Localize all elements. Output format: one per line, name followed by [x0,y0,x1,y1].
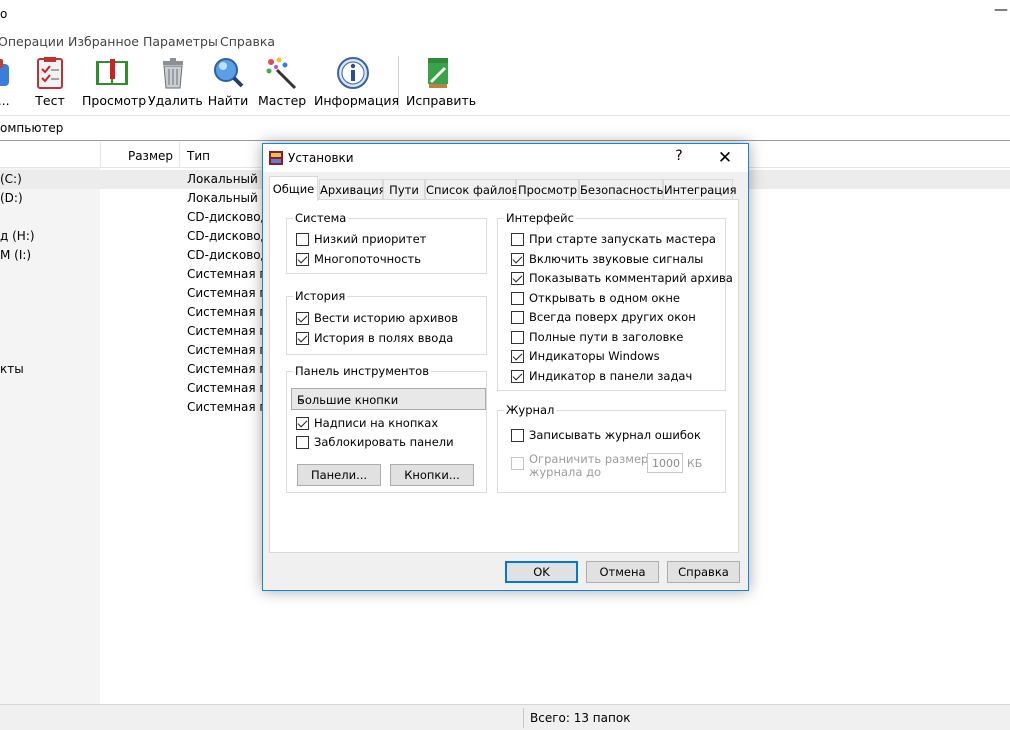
toolbar-separator [398,56,399,108]
log-size-unit: КБ [687,457,703,470]
info-icon [336,56,370,90]
buttons-button[interactable]: Кнопки... [390,464,474,486]
cancel-button[interactable]: Отмена [586,561,659,583]
column-header-size[interactable]: Размер [100,142,180,168]
main-titlebar: o — [0,0,1010,30]
magnifier-icon [211,56,245,90]
toolbar-wizard-label: Мастер [258,93,307,108]
tab-file-list[interactable]: Список файлов [425,179,519,199]
status-bar: Всего: 13 папок [0,704,1010,730]
checkbox-box [296,312,309,325]
view-book-icon [95,56,129,90]
toolbar-repair-label: Исправить [406,93,477,108]
chevron-down-icon: ⌄ [297,392,307,405]
checkbox-box [296,253,309,266]
main-toolbar: ь... Тест Просмотр Удалить Найти Мастер [0,52,1010,116]
ok-button[interactable]: OK [505,561,578,583]
tab-security[interactable]: Безопасность [579,179,663,199]
tab-paths[interactable]: Пути [383,179,425,199]
toolbar-find-label: Найти [207,93,249,108]
group-interface: Интерфейс При старте запускать мастера В… [497,211,733,391]
group-system: Система Низкий приоритет Многопоточность [286,211,487,274]
tab-panel-general: Система Низкий приоритет Многопоточность… [269,199,739,553]
toolbar-delete-label: Удалить [148,93,203,108]
group-interface-title: Интерфейс [504,211,576,225]
checkbox-box [296,417,309,430]
checkbox-box [511,429,524,442]
log-size-field: 1000 [647,453,683,473]
checkbox-box [511,350,524,363]
address-bar[interactable]: омпьютер [0,117,1010,141]
toolbar-wizard-button[interactable]: Мастер [258,52,306,114]
checkbox-box [296,332,309,345]
group-log-title: Журнал [504,403,557,417]
toolbar-repair-button[interactable]: Исправить [406,52,477,114]
checkbox-box [511,457,524,470]
help-title-button[interactable]: ? [669,148,689,168]
panels-button[interactable]: Панели... [297,464,381,486]
add-archive-icon [0,56,17,90]
wizard-wand-icon [265,56,299,90]
test-icon [33,56,67,90]
status-separator [523,708,524,728]
checkbox-box [511,253,524,266]
address-text: омпьютер [0,121,64,135]
checkbox-box [296,436,309,449]
toolbar-size-dropdown[interactable]: Большие кнопки ⌄ [291,388,486,410]
dialog-titlebar: Установки ? ✕ [263,144,748,172]
help-button[interactable]: Справка [667,561,740,583]
toolbar-find-button[interactable]: Найти [204,52,252,114]
group-history-title: История [293,289,348,303]
toolbar-view-label: Просмотр [82,93,147,108]
menu-help[interactable]: Справка [220,34,275,49]
toolbar-view-button[interactable]: Просмотр [82,52,147,114]
group-system-title: Система [293,211,349,225]
menu-operations[interactable]: Операции [0,34,64,49]
checkbox-box [511,233,524,246]
menu-options[interactable]: Параметры [143,34,218,49]
toolbar-add-button[interactable]: ь... [0,52,20,114]
tab-viewer[interactable]: Просмотр [516,179,579,199]
group-history: История Вести историю архивов История в … [286,289,487,355]
checkbox-box [511,311,524,324]
toolbar-add-label: ь... [0,93,10,108]
repair-icon [421,56,455,90]
dialog-title: Установки [288,151,354,165]
menubar: Операции Избранное Параметры Справка [0,30,1010,52]
tab-archiving[interactable]: Архивация [319,179,386,199]
trash-icon [156,56,190,90]
menu-favorites[interactable]: Избранное [68,34,139,49]
settings-dialog: Установки ? ✕ Общие Архивация Пути Списо… [262,143,749,591]
toolbar-info-button[interactable]: Информация [314,52,400,114]
checkbox-box [511,272,524,285]
minimize-button[interactable]: — [994,2,1010,22]
toolbar-test-label: Тест [35,93,65,108]
window-title: o [0,7,8,21]
group-toolbar-title: Панель инструментов [293,364,431,378]
group-toolbar: Панель инструментов Большие кнопки ⌄ Над… [286,364,487,493]
toolbar-info-label: Информация [314,93,400,108]
tab-general[interactable]: Общие [269,176,318,201]
checkbox-box [511,370,524,383]
checkbox-box [511,292,524,305]
group-log: Журнал Записывать журнал ошибок Ограничи… [497,403,726,493]
checkbox-box [511,331,524,344]
toolbar-delete-button[interactable]: Удалить [148,52,203,114]
close-icon[interactable]: ✕ [710,146,740,170]
status-text: Всего: 13 папок [530,711,631,725]
checkbox-box [296,233,309,246]
winrar-app-icon [268,150,284,166]
tab-integration[interactable]: Интеграция [663,179,737,199]
toolbar-test-button[interactable]: Тест [28,52,72,114]
